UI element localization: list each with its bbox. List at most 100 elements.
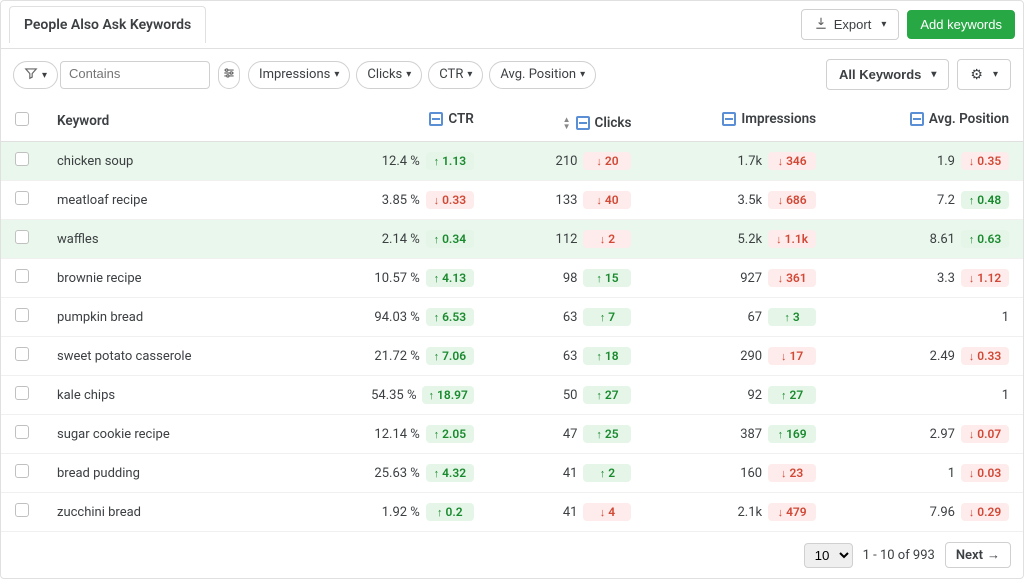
delta-badge: ↓20 — [583, 152, 631, 170]
row-checkbox[interactable] — [15, 308, 29, 322]
cell-impressions: 3.5k — [737, 193, 762, 208]
cell-avgpos: 3.3 — [937, 271, 955, 286]
filter-icon — [910, 112, 924, 126]
col-keyword[interactable]: Keyword — [43, 100, 289, 142]
cell-clicks: 47 — [563, 427, 578, 442]
table-row[interactable]: brownie recipe10.57 %↑4.1398↑15927↓3613.… — [1, 259, 1023, 298]
page-range: 1 - 10 of 993 — [863, 548, 935, 563]
tab-paa-keywords[interactable]: People Also Ask Keywords — [9, 6, 206, 43]
cell-avgpos: 1 — [948, 466, 955, 481]
table-row[interactable]: waffles2.14 %↑0.34112↓25.2k↓1.1k8.61↑0.6… — [1, 220, 1023, 259]
arrow-down-icon: ↓ — [434, 195, 440, 206]
arrow-up-icon: ↑ — [600, 312, 606, 323]
delta-badge: ↑0.63 — [961, 230, 1009, 248]
arrow-up-icon: ↑ — [600, 468, 606, 479]
keywords-table: Keyword CTR ▲▼Clicks Impressions Avg. Po… — [1, 100, 1023, 532]
filter-button[interactable] — [13, 61, 58, 89]
delta-badge: ↑15 — [583, 269, 631, 287]
contains-input[interactable] — [69, 66, 201, 81]
settings-button[interactable]: ⚙ — [957, 59, 1011, 90]
delta-badge: ↑0.2 — [426, 503, 474, 521]
delta-badge: ↓361 — [768, 269, 816, 287]
row-checkbox[interactable] — [15, 269, 29, 283]
sort-settings-button[interactable] — [218, 61, 240, 89]
export-button[interactable]: Export — [801, 9, 900, 40]
chip-ctr[interactable]: CTR — [428, 61, 483, 89]
col-clicks[interactable]: ▲▼Clicks — [488, 100, 646, 142]
arrow-down-icon: ↓ — [969, 273, 975, 284]
row-checkbox[interactable] — [15, 191, 29, 205]
arrow-up-icon: ↑ — [596, 273, 602, 284]
gear-icon: ⚙ — [970, 66, 983, 83]
arrow-up-icon: ↑ — [434, 273, 440, 284]
cell-impressions: 927 — [740, 271, 762, 286]
arrow-down-icon: ↓ — [781, 468, 787, 479]
table-row[interactable]: sweet potato casserole21.72 %↑7.0663↑182… — [1, 337, 1023, 376]
cell-keyword: kale chips — [43, 376, 289, 415]
table-row[interactable]: bread pudding25.63 %↑4.3241↑2160↓231↓0.0… — [1, 454, 1023, 493]
col-impressions[interactable]: Impressions — [645, 100, 830, 142]
row-checkbox[interactable] — [15, 152, 29, 166]
cell-clicks: 41 — [563, 505, 578, 520]
table-row[interactable]: pumpkin bread94.03 %↑6.5363↑767↑31 — [1, 298, 1023, 337]
delta-badge: ↓479 — [768, 503, 816, 521]
row-checkbox[interactable] — [15, 386, 29, 400]
col-ctr[interactable]: CTR — [289, 100, 487, 142]
delta-badge: ↓0.35 — [961, 152, 1009, 170]
select-all-checkbox[interactable] — [15, 112, 29, 126]
row-checkbox[interactable] — [15, 464, 29, 478]
col-avgpos[interactable]: Avg. Position — [830, 100, 1023, 142]
row-checkbox[interactable] — [15, 230, 29, 244]
table-row[interactable]: sugar cookie recipe12.14 %↑2.0547↑25387↑… — [1, 415, 1023, 454]
delta-badge: ↑0.48 — [961, 191, 1009, 209]
topbar: People Also Ask Keywords Export Add keyw… — [1, 1, 1023, 49]
delta-badge: ↑4.13 — [426, 269, 474, 287]
pagesize-select[interactable]: 10 — [804, 543, 853, 568]
cell-clicks: 133 — [556, 193, 578, 208]
contains-input-wrap[interactable] — [60, 61, 210, 89]
delta-badge: ↓346 — [768, 152, 816, 170]
arrow-down-icon: ↓ — [969, 468, 975, 479]
toolbar: ImpressionsClicksCTRAvg. Position All Ke… — [1, 49, 1023, 100]
all-keywords-dropdown[interactable]: All Keywords — [826, 59, 949, 90]
delta-badge: ↓0.33 — [426, 191, 474, 209]
arrow-down-icon: ↓ — [969, 351, 975, 362]
col-avgpos-label: Avg. Position — [929, 111, 1009, 127]
delta-badge: ↓686 — [768, 191, 816, 209]
cell-clicks: 63 — [563, 310, 578, 325]
cell-ctr: 3.85 % — [382, 193, 420, 208]
arrow-up-icon: ↑ — [596, 390, 602, 401]
table-row[interactable]: zucchini bread1.92 %↑0.241↓42.1k↓4797.96… — [1, 493, 1023, 532]
row-checkbox[interactable] — [15, 503, 29, 517]
chip-avgposition[interactable]: Avg. Position — [489, 61, 596, 89]
delta-badge: ↓0.07 — [961, 425, 1009, 443]
cell-clicks: 50 — [563, 388, 578, 403]
arrow-down-icon: ↓ — [776, 234, 782, 245]
delta-badge: ↑2.05 — [426, 425, 474, 443]
funnel-icon — [24, 66, 38, 84]
table-row[interactable]: kale chips54.35 %↑18.9750↑2792↑271 — [1, 376, 1023, 415]
row-checkbox[interactable] — [15, 425, 29, 439]
delta-badge: ↑27 — [768, 386, 816, 404]
export-label: Export — [834, 17, 872, 32]
arrow-down-icon: ↓ — [778, 156, 784, 167]
row-checkbox[interactable] — [15, 347, 29, 361]
cell-ctr: 12.14 % — [374, 427, 419, 442]
delta-badge: ↓1.1k — [768, 230, 816, 248]
arrow-up-icon: ↑ — [434, 351, 440, 362]
next-button[interactable]: Next → — [945, 542, 1011, 568]
delta-badge: ↑6.53 — [426, 308, 474, 326]
table-row[interactable]: chicken soup12.4 %↑1.13210↓201.7k↓3461.9… — [1, 142, 1023, 181]
cell-impressions: 1.7k — [737, 154, 762, 169]
cell-avgpos: 8.61 — [930, 232, 955, 247]
chip-impressions[interactable]: Impressions — [248, 61, 350, 89]
table-row[interactable]: meatloaf recipe3.85 %↓0.33133↓403.5k↓686… — [1, 181, 1023, 220]
col-clicks-label: Clicks — [595, 115, 632, 131]
cell-keyword: brownie recipe — [43, 259, 289, 298]
add-keywords-button[interactable]: Add keywords — [907, 10, 1015, 39]
chip-clicks[interactable]: Clicks — [356, 61, 422, 89]
arrow-down-icon: ↓ — [600, 507, 606, 518]
arrow-up-icon: ↑ — [596, 351, 602, 362]
cell-keyword: waffles — [43, 220, 289, 259]
arrow-up-icon: ↑ — [434, 468, 440, 479]
